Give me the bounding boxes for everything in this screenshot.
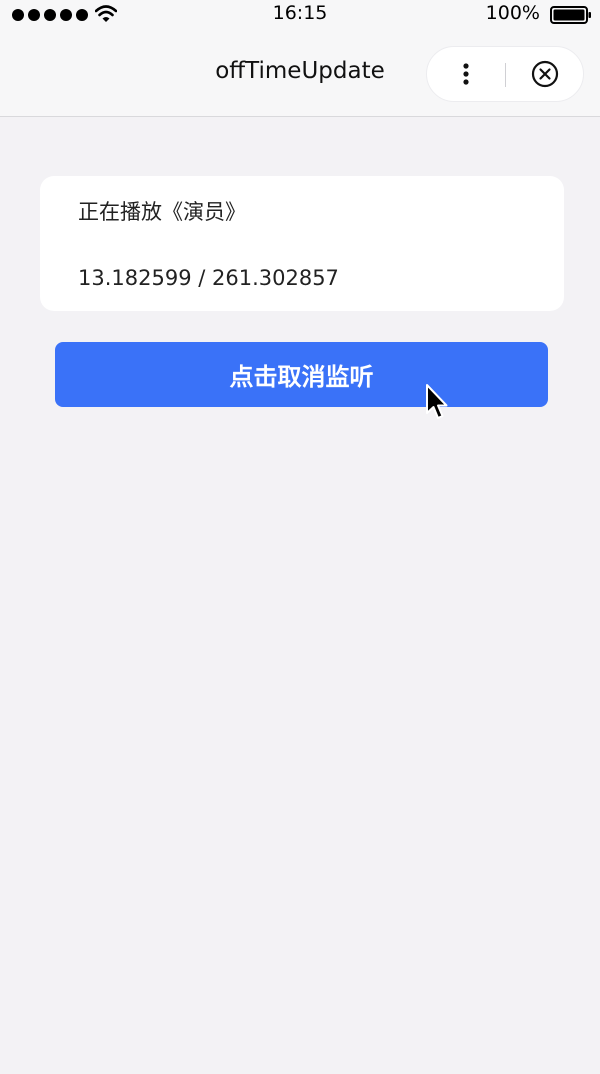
cancel-listen-button[interactable]: 点击取消监听 [55,342,548,407]
page-title: offTimeUpdate [215,58,385,84]
now-playing-label: 正在播放《演员》 [78,200,246,224]
more-icon [463,63,469,85]
battery-percentage: 100% [485,2,540,24]
menu-capsule [426,46,584,102]
playback-time: 13.182599 / 261.302857 [78,266,339,290]
cursor-icon [426,384,448,419]
screen: 16:15 100% offTimeUpdate 正在播放《演员》 13.182… [0,0,600,1074]
close-icon [531,60,559,88]
battery-icon [550,6,591,24]
close-button[interactable] [506,47,584,101]
playback-card: 正在播放《演员》 13.182599 / 261.302857 [40,176,564,311]
navigation-bar: offTimeUpdate [0,30,600,117]
more-button[interactable] [427,47,505,101]
status-bar: 16:15 100% [0,0,600,30]
